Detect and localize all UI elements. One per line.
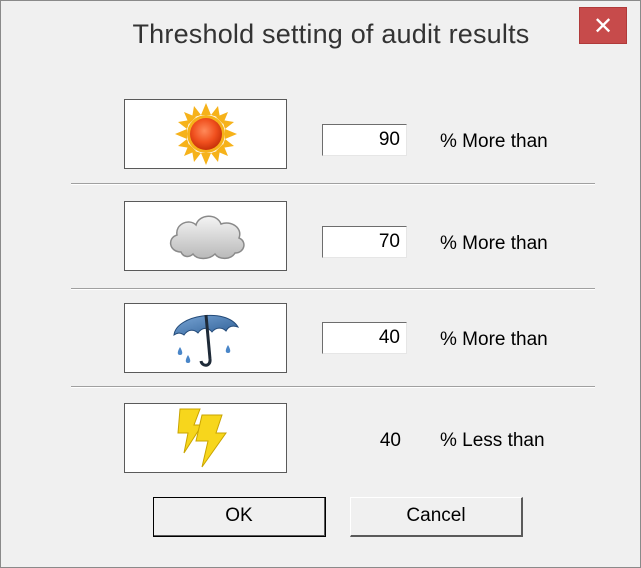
- title-bar[interactable]: Threshold setting of audit results ✕: [1, 1, 640, 65]
- umbrella-rain-icon: [172, 314, 239, 367]
- threshold-icon-stormy: [124, 403, 287, 473]
- condition-label-rainy: % More than: [440, 329, 548, 350]
- threshold-value-stormy: 40: [379, 430, 401, 451]
- row-separator: [71, 288, 595, 290]
- ok-button[interactable]: OK: [153, 497, 326, 537]
- threshold-input-cloudy[interactable]: 70: [322, 226, 407, 258]
- threshold-input-rainy[interactable]: 40: [322, 322, 407, 354]
- close-icon: ✕: [592, 12, 614, 40]
- dialog-window: Threshold setting of audit results ✕: [0, 0, 641, 568]
- threshold-icon-rainy: [124, 303, 287, 373]
- row-separator: [71, 183, 595, 185]
- close-button[interactable]: ✕: [579, 7, 627, 44]
- cloud-icon: [169, 215, 245, 260]
- cancel-button[interactable]: Cancel: [350, 497, 523, 537]
- condition-label-cloudy: % More than: [440, 233, 548, 254]
- row-separator: [71, 386, 595, 388]
- threshold-input-sunny[interactable]: 90: [322, 124, 407, 156]
- condition-label-sunny: % More than: [440, 131, 548, 152]
- lightning-icon: [176, 408, 227, 468]
- condition-label-stormy: % Less than: [440, 430, 545, 451]
- dialog-title: Threshold setting of audit results: [132, 19, 530, 49]
- sun-icon: [174, 103, 237, 165]
- threshold-icon-cloudy: [124, 201, 287, 271]
- threshold-icon-sunny: [124, 99, 287, 169]
